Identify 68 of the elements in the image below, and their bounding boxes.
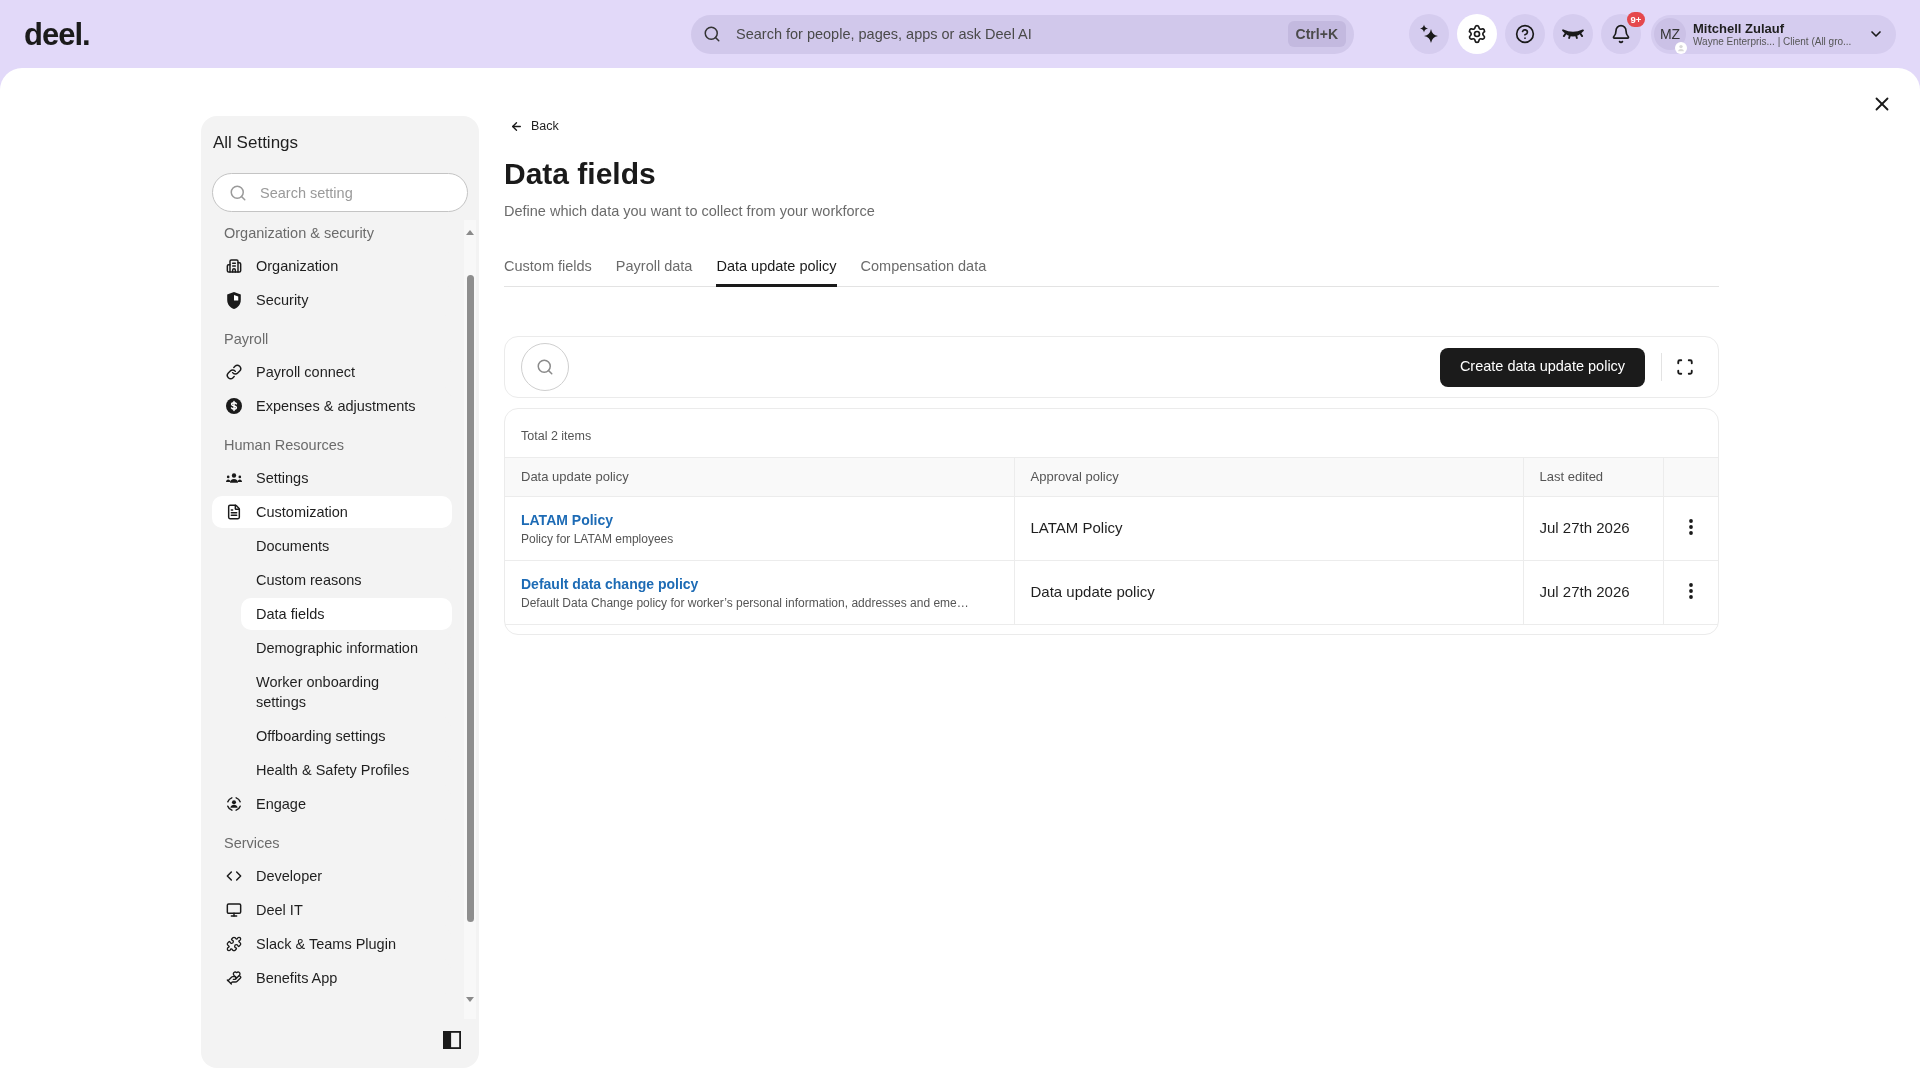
- column-header: Last edited: [1523, 457, 1663, 497]
- search-icon: [536, 358, 554, 376]
- people-icon: [226, 472, 242, 484]
- sidebar-subitem[interactable]: Data fields: [241, 598, 452, 630]
- notification-badge: 9+: [1627, 12, 1645, 27]
- tab[interactable]: Compensation data: [860, 254, 987, 287]
- fullscreen-button[interactable]: [1675, 357, 1695, 377]
- building-icon: [226, 258, 242, 274]
- eye-toggle-button[interactable]: [1553, 14, 1593, 54]
- table-cell: LATAM Policy: [1014, 496, 1523, 561]
- column-header: Approval policy: [1014, 457, 1523, 497]
- help-button[interactable]: [1505, 14, 1545, 54]
- tab[interactable]: Custom fields: [504, 254, 592, 287]
- panel-toggle-icon[interactable]: [443, 1031, 461, 1049]
- sidebar-title: All Settings: [212, 132, 300, 154]
- section-label: Payroll: [223, 330, 270, 350]
- settings-button[interactable]: [1457, 14, 1497, 54]
- closed-eye-icon: [1562, 29, 1584, 39]
- deel-logo[interactable]: deel.: [24, 18, 96, 50]
- vertical-dots-icon: [1688, 583, 1693, 599]
- tab[interactable]: Data update policy: [716, 254, 837, 287]
- document-icon: [226, 504, 242, 520]
- sparkle-icon: [1419, 24, 1439, 44]
- settings-icon: [1467, 24, 1487, 44]
- user-avatar: MZ: [1654, 18, 1686, 50]
- code-icon: [226, 868, 242, 884]
- policy-description: Policy for LATAM employees: [521, 530, 675, 547]
- shield-icon: [227, 291, 241, 309]
- fullscreen-icon: [1676, 358, 1694, 376]
- table-cell: Data update policy: [1014, 560, 1523, 625]
- sidebar-item[interactable]: Customization: [212, 496, 452, 528]
- scrollbar-thumb[interactable]: [466, 275, 474, 922]
- search-icon: [229, 183, 247, 202]
- column-header: Data update policy: [505, 457, 1014, 497]
- puzzle-icon: [226, 936, 242, 952]
- hand-heart-icon: [226, 970, 242, 986]
- person-badge-icon: [1675, 42, 1687, 54]
- user-name: Mitchell Zulauf: [1693, 20, 1785, 36]
- dollar-coin-icon: [226, 398, 242, 414]
- tab[interactable]: Payroll data: [615, 254, 693, 287]
- search-icon: [703, 25, 721, 43]
- sparkle-button[interactable]: [1409, 14, 1449, 54]
- user-organization: Wayne Enterpris... | Client (All gro...: [1693, 35, 1852, 48]
- monitor-icon: [226, 902, 242, 918]
- arrow-left-icon: [510, 119, 523, 133]
- scroll-up-arrow-icon[interactable]: [466, 230, 474, 235]
- policy-name-link[interactable]: Default data change policy: [521, 574, 699, 593]
- create-policy-button[interactable]: Create data update policy: [1440, 347, 1645, 387]
- policy-name-link[interactable]: LATAM Policy: [521, 510, 614, 529]
- total-items-count: Total 2 items: [521, 429, 592, 443]
- bell-icon: [1611, 24, 1631, 44]
- account-menu-button[interactable]: MZ Mitchell Zulauf Wayne Enterpris... | Client (All gro...: [1651, 14, 1896, 54]
- shortcut-hint: Ctrl+K: [1287, 21, 1346, 47]
- policy-description: Default Data Change policy for worker’s personal information, addresses and eme…: [521, 594, 970, 611]
- link-icon: [226, 364, 242, 380]
- back-link[interactable]: Back: [504, 116, 559, 136]
- page-subtitle: Define which data you want to collect from your workforce: [504, 202, 875, 221]
- scroll-down-arrow-icon[interactable]: [466, 997, 474, 1002]
- section-label: Organization & security: [223, 224, 375, 244]
- page-title: Data fields: [504, 156, 656, 192]
- help-icon: [1515, 24, 1535, 44]
- vertical-dots-icon: [1688, 519, 1693, 535]
- table-cell: Jul 27th 2026: [1523, 560, 1663, 625]
- section-label: Human Resources: [223, 436, 346, 456]
- person-in-dashed-circle-icon: [226, 795, 242, 813]
- table-cell: Jul 27th 2026: [1523, 496, 1663, 561]
- settings-search-field[interactable]: Search setting: [212, 173, 468, 212]
- section-label: Services: [223, 834, 281, 854]
